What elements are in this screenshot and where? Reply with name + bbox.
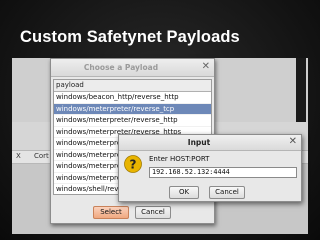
svg-text:?: ?: [130, 158, 137, 172]
tab-cortana[interactable]: Cort: [34, 152, 49, 160]
warning-icon: ?: [124, 155, 142, 173]
payload-cancel-button[interactable]: Cancel: [135, 206, 171, 219]
select-button[interactable]: Select: [93, 206, 129, 219]
payload-list-item[interactable]: windows/meterpreter/reverse_tcp: [54, 103, 211, 115]
slide-title: Custom Safetynet Payloads: [20, 28, 240, 46]
input-cancel-button[interactable]: Cancel: [209, 186, 245, 199]
input-dialog: Input ✕ ? Enter HOST:PORT 192.168.52.132…: [118, 134, 302, 202]
host-port-input[interactable]: 192.168.52.132:4444: [149, 167, 297, 178]
payload-dialog-title: Choose a Payload: [83, 63, 159, 72]
payload-column-header[interactable]: payload: [54, 80, 211, 92]
close-icon[interactable]: ✕: [289, 136, 297, 147]
input-dialog-titlebar[interactable]: Input ✕: [119, 135, 301, 151]
ok-button[interactable]: OK: [169, 186, 199, 199]
host-port-prompt: Enter HOST:PORT: [149, 155, 210, 163]
input-dialog-title: Input: [187, 138, 211, 147]
close-icon[interactable]: ✕: [202, 61, 210, 72]
background-scrollbar[interactable]: [296, 58, 306, 122]
payload-list-item[interactable]: windows/meterpreter/reverse_http: [54, 115, 211, 127]
tab-close-x[interactable]: X: [16, 152, 21, 160]
payload-dialog-titlebar[interactable]: Choose a Payload ✕: [51, 59, 214, 77]
payload-list-item[interactable]: windows/beacon_http/reverse_http: [54, 92, 211, 104]
